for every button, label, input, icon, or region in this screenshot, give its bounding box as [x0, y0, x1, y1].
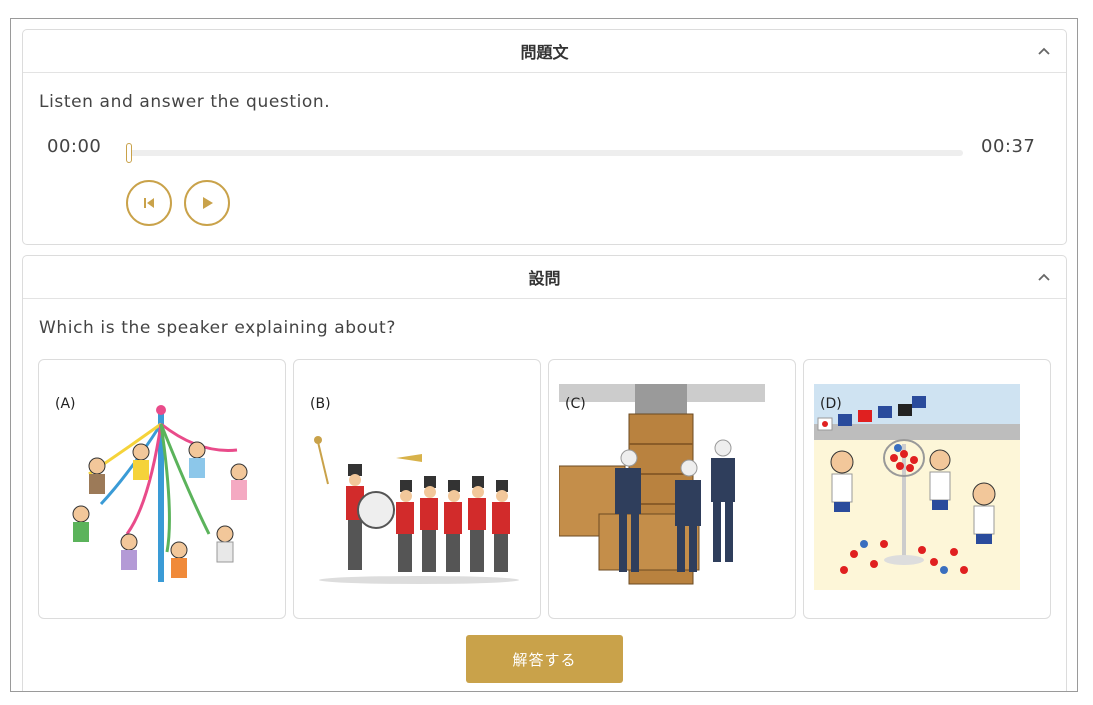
maypole-dance-illustration — [72, 405, 248, 582]
choice-label: (C) — [565, 396, 586, 412]
chevron-up-icon[interactable] — [1036, 43, 1052, 59]
passage-instruction: Listen and answer the question. — [39, 92, 331, 112]
play-icon — [203, 197, 213, 209]
question-panel-title: 設問 — [528, 269, 561, 288]
ball-toss-game-illustration — [814, 384, 1020, 590]
app-frame: 問題文 Listen and answer the question. 00:0… — [10, 18, 1078, 692]
skip-back-icon — [144, 198, 154, 208]
rewind-button[interactable] — [126, 180, 172, 226]
current-time: 00:00 — [47, 136, 102, 157]
duration-time: 00:37 — [981, 136, 1036, 157]
passage-panel: 問題文 Listen and answer the question. 00:0… — [22, 29, 1067, 245]
choice-label: (A) — [55, 396, 76, 412]
question-panel-header[interactable]: 設問 — [23, 256, 1066, 299]
play-button[interactable] — [184, 180, 230, 226]
audio-progress-thumb[interactable] — [126, 143, 132, 163]
choice-card-c[interactable]: (C) — [548, 359, 796, 619]
marching-band-illustration — [314, 436, 519, 584]
choice-card-d[interactable]: (D) — [803, 359, 1051, 619]
choice-card-a[interactable]: (A) — [38, 359, 286, 619]
construction-workers-illustration — [559, 384, 765, 585]
choice-card-b[interactable]: (B) — [293, 359, 541, 619]
audio-progress-track[interactable] — [129, 150, 963, 156]
choice-label: (B) — [310, 396, 331, 412]
chevron-up-icon[interactable] — [1036, 269, 1052, 285]
passage-panel-header[interactable]: 問題文 — [23, 30, 1066, 73]
choice-label: (D) — [820, 396, 842, 412]
submit-answer-button[interactable]: 解答する — [466, 635, 623, 683]
question-text: Which is the speaker explaining about? — [39, 318, 396, 338]
passage-panel-title: 問題文 — [520, 43, 569, 62]
